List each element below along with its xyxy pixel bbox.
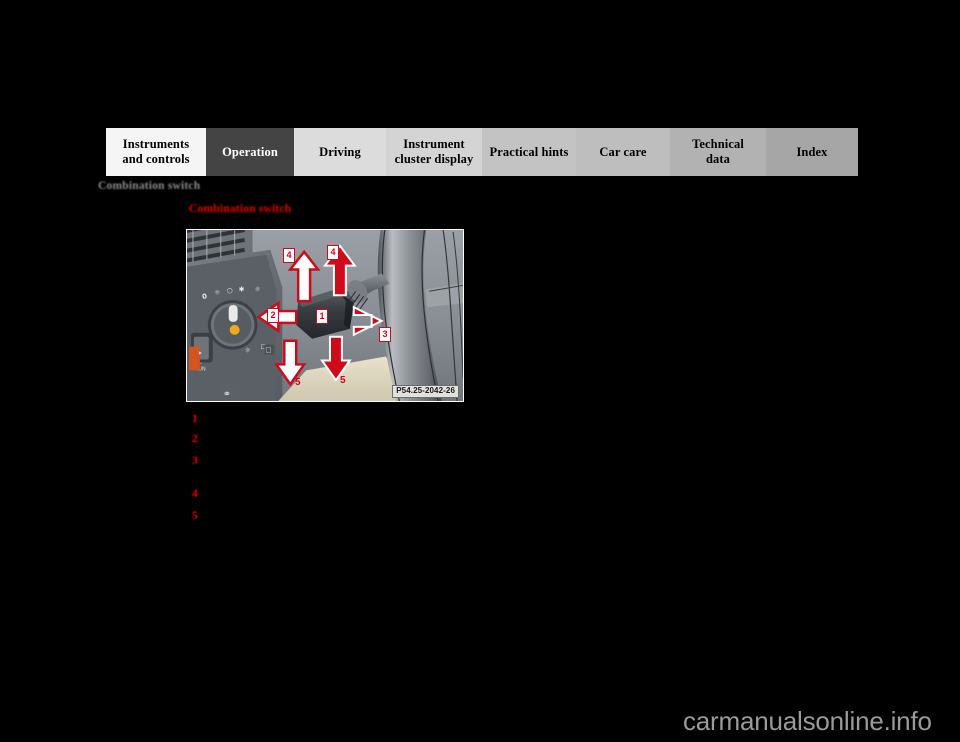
svg-text:▸: ▸ — [199, 350, 202, 357]
nav-tab-driving[interactable]: Driving — [294, 128, 386, 176]
nav-tab-car-care[interactable]: Car care — [576, 128, 670, 176]
key-list-item-number: 5 — [192, 510, 198, 522]
figure-callout-5a: 5 — [295, 377, 301, 388]
svg-text:⚭: ⚭ — [223, 389, 231, 400]
svg-text:✱: ✱ — [239, 285, 245, 293]
key-list-item: 1 — [192, 413, 206, 425]
section-nav-tabs: Instruments and controls Operation Driving… — [106, 128, 858, 176]
figure-callout-3: 3 — [379, 327, 392, 342]
nav-tab-index[interactable]: Index — [766, 128, 858, 176]
svg-text:☐: ☐ — [265, 347, 271, 355]
figure-reference-code: P54.25-2042-26 — [392, 385, 459, 398]
svg-text:○: ○ — [227, 286, 233, 294]
figure-callout-1: 1 — [316, 309, 329, 324]
nav-tab-technical-data[interactable]: Technical data — [670, 128, 766, 176]
figure-callout-4a: 4 — [283, 248, 296, 263]
figure-callout-4b: 4 — [327, 245, 340, 260]
key-list-item-number: 2 — [192, 433, 198, 445]
svg-text:☼: ☼ — [255, 285, 261, 293]
page-title: Combination switch — [189, 203, 292, 215]
nav-tab-operation[interactable]: Operation — [206, 128, 294, 176]
key-list-item-number: 4 — [192, 488, 198, 500]
key-list-item: 2 — [192, 433, 206, 445]
page-canvas: Instruments and controls Operation Driving… — [0, 0, 960, 742]
key-list-item-number: 3 — [192, 455, 198, 467]
figure-callout-5b: 5 — [340, 375, 346, 386]
key-list-item: 3 — [192, 455, 206, 467]
key-list-item: 5 — [192, 510, 206, 522]
svg-text:☼: ☼ — [245, 347, 251, 355]
nav-tab-instruments-and-controls[interactable]: Instruments and controls — [106, 128, 206, 176]
figure-combination-switch: 0 ☼ ○ ✱ ☼ ☼ ◻ HD RUN ▸ ☐ — [186, 229, 464, 402]
figure-callout-2: 2 — [267, 308, 280, 323]
nav-tab-instrument-cluster-display[interactable]: Instrument cluster display — [386, 128, 482, 176]
key-list-item: 4 — [192, 488, 206, 500]
nav-tab-practical-hints[interactable]: Practical hints — [482, 128, 576, 176]
key-list-item-number: 1 — [192, 413, 198, 425]
running-head: Combination switch — [98, 180, 201, 192]
site-watermark: carmanualsonline.info — [683, 706, 932, 736]
